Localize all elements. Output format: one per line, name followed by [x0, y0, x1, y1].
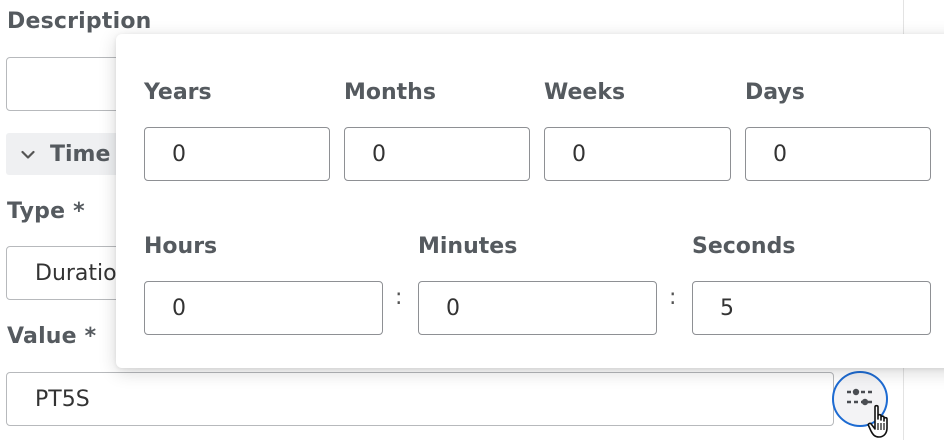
hours-input[interactable]: 0	[144, 281, 383, 335]
minutes-input[interactable]: 0	[418, 281, 657, 335]
chevron-down-icon	[6, 144, 50, 165]
duration-picker-popover: Years 0 Months 0 Weeks 0 Days 0 Hours 0 …	[116, 34, 944, 368]
months-input[interactable]: 0	[344, 127, 530, 181]
duration-editor-screen: Description Time Type * Duration Value *…	[0, 0, 944, 440]
value-label: Value *	[7, 324, 97, 349]
seconds-input[interactable]: 5	[692, 281, 931, 335]
value-input[interactable]: PT5S	[6, 372, 834, 426]
weeks-input[interactable]: 0	[544, 127, 731, 181]
description-label: Description	[7, 9, 152, 34]
seconds-label: Seconds	[692, 234, 796, 259]
hours-minutes-separator: :	[395, 285, 403, 310]
minutes-label: Minutes	[418, 234, 518, 259]
months-label: Months	[344, 80, 436, 105]
minutes-seconds-separator: :	[669, 285, 677, 310]
days-label: Days	[745, 80, 805, 105]
type-label: Type *	[7, 199, 85, 224]
weeks-label: Weeks	[544, 80, 626, 105]
hand-pointer-icon	[866, 404, 896, 440]
years-input[interactable]: 0	[144, 127, 330, 181]
time-group-title: Time	[50, 141, 111, 167]
days-input[interactable]: 0	[745, 127, 931, 181]
years-label: Years	[144, 80, 212, 105]
hours-label: Hours	[144, 234, 218, 259]
